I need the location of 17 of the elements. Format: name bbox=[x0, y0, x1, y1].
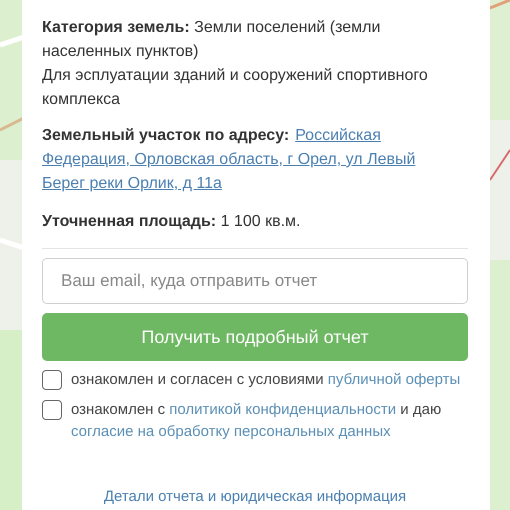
detail-text: Уточненная площадь: 1 100 кв.м. bbox=[42, 212, 302, 232]
agreement-link[interactable]: публичной оферты bbox=[328, 371, 460, 388]
email-field[interactable]: Ваш email, куда отправить отчет bbox=[42, 258, 468, 304]
checkbox[interactable] bbox=[42, 400, 62, 420]
address-link[interactable]: Российская bbox=[295, 124, 381, 148]
agreement-link[interactable]: согласие на обработку персональных данных bbox=[71, 423, 391, 440]
detail-text: Для эсплуатации зданий и сооружений спортивного комплекса bbox=[42, 66, 429, 110]
details-link[interactable]: Детали отчета и юридическая информация bbox=[42, 485, 468, 509]
agreement-text: ознакомлен с политикой конфиденциальности и даю согласие на обработку персональных данных bbox=[71, 400, 442, 442]
agreement-link[interactable]: политикой конфиденциальности bbox=[169, 401, 396, 418]
agreement-text: ознакомлен и согласен с условиями публичной оферты bbox=[71, 370, 460, 390]
address-link[interactable]: Федерация, Орловская область, г Орел, ул Левый bbox=[42, 148, 416, 172]
detail-text: Категория земель: Земли поселений (земли населенных пунктов) bbox=[42, 18, 382, 62]
submit-button[interactable]: Получить подробный отчет bbox=[42, 313, 468, 361]
address-link[interactable]: Берег реки Орлик, д 11а bbox=[42, 172, 222, 196]
checkbox[interactable] bbox=[42, 370, 62, 390]
address-label: Земельный участок по адресу: bbox=[42, 126, 290, 146]
